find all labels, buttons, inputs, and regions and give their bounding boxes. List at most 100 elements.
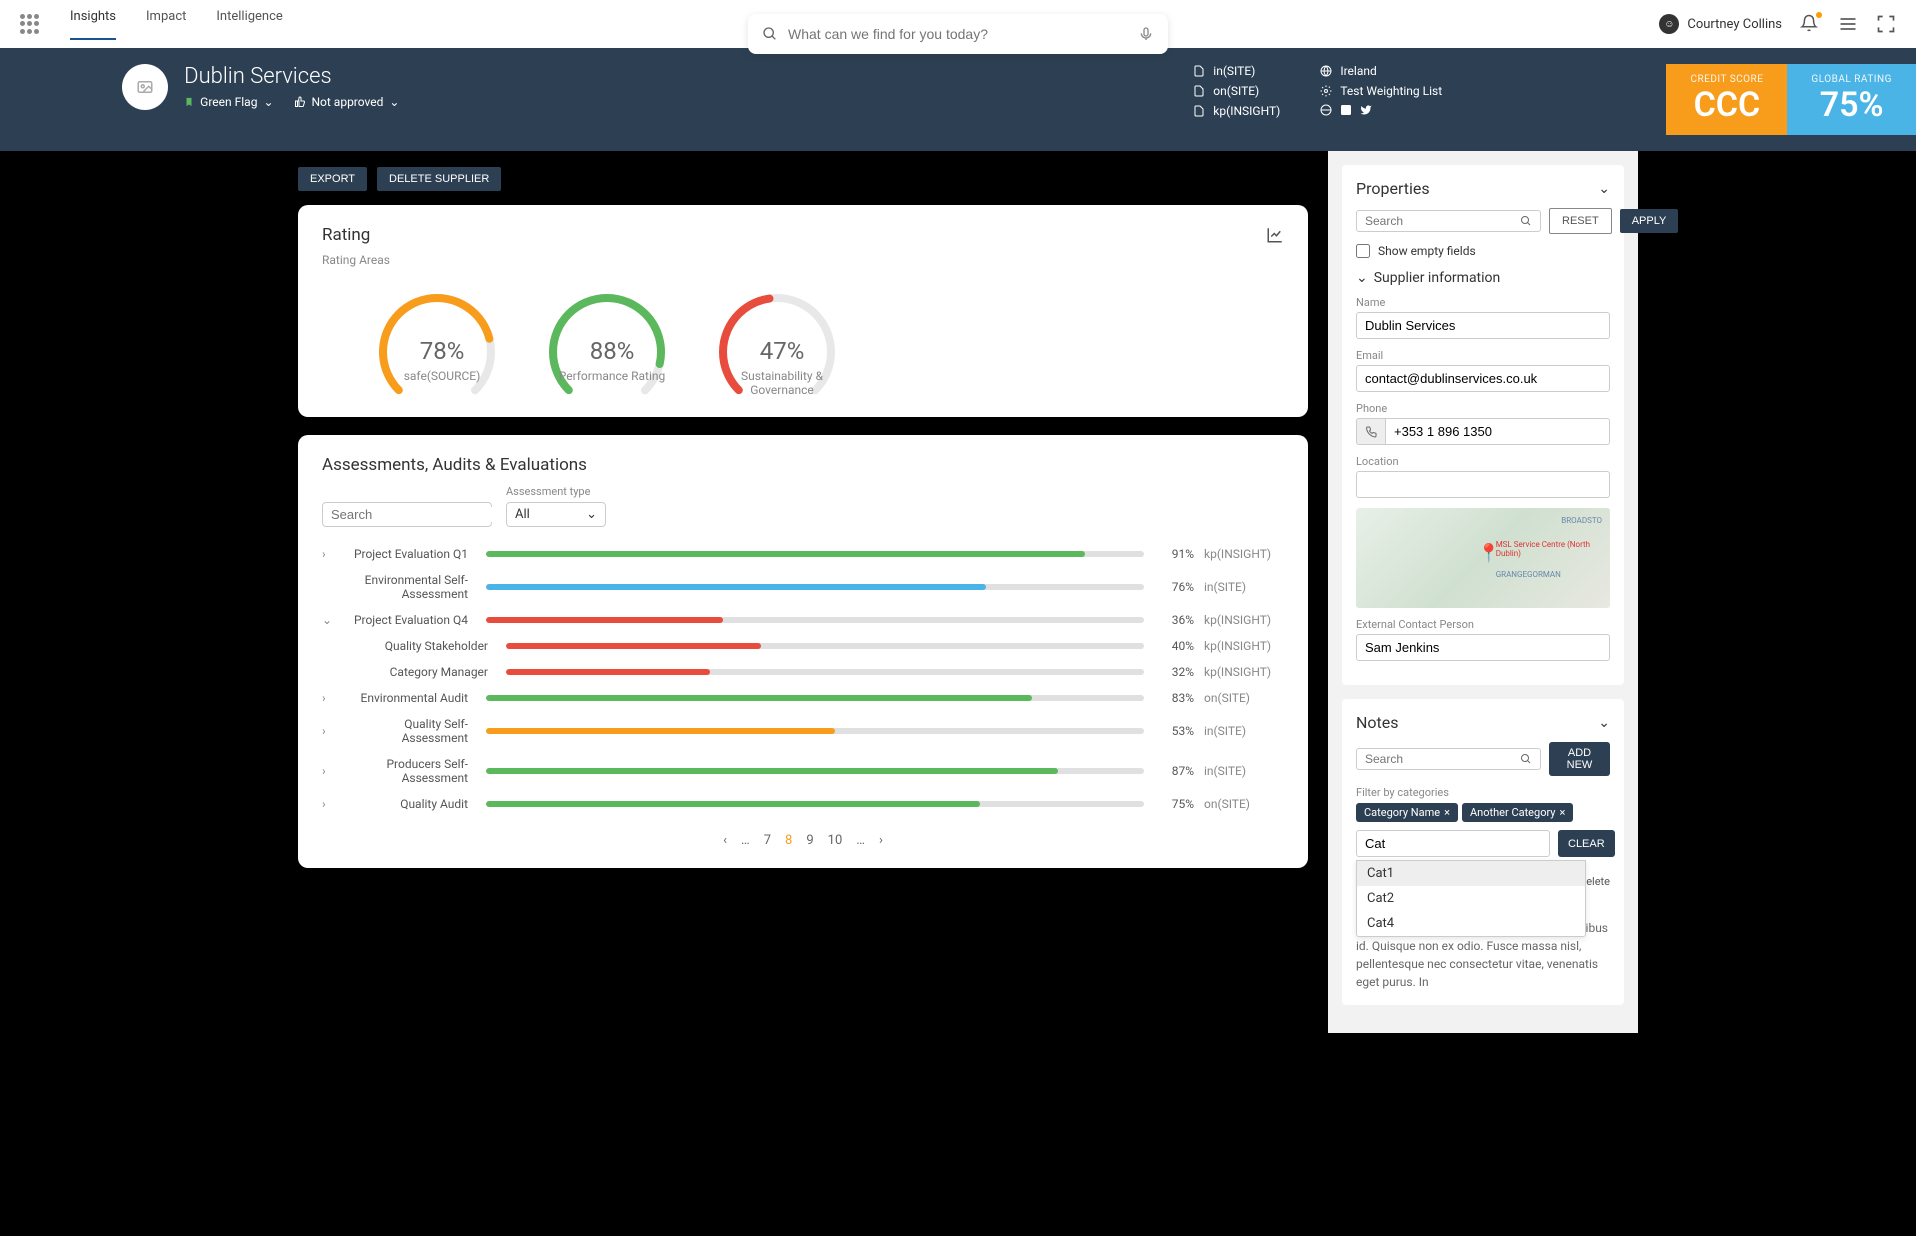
props-search[interactable] xyxy=(1356,210,1541,232)
progress-bar xyxy=(486,617,1144,623)
reset-button[interactable]: RESET xyxy=(1549,208,1612,234)
assess-search[interactable] xyxy=(322,502,492,527)
assessment-source: kp(INSIGHT) xyxy=(1204,639,1284,653)
show-empty-checkbox[interactable] xyxy=(1356,244,1370,258)
nav-intelligence[interactable]: Intelligence xyxy=(216,9,282,40)
assessment-pct: 87% xyxy=(1154,764,1194,778)
page-link[interactable]: … xyxy=(741,833,750,848)
external-input[interactable] xyxy=(1356,634,1610,661)
expand-icon[interactable]: › xyxy=(322,797,336,811)
expand-icon[interactable]: › xyxy=(322,691,336,705)
assessment-row[interactable]: Environmental Self-Assessment 76% in(SIT… xyxy=(322,567,1284,607)
page-link[interactable]: 7 xyxy=(764,833,771,848)
social-links[interactable] xyxy=(1320,104,1442,116)
name-input[interactable] xyxy=(1356,312,1610,339)
type-label: Assessment type xyxy=(506,485,606,498)
filter-tag[interactable]: Another Category × xyxy=(1462,803,1573,822)
section-supplier-info[interactable]: ⌄ Supplier information xyxy=(1356,270,1610,286)
assessment-row[interactable]: › Producers Self-Assessment 87% in(SITE) xyxy=(322,751,1284,791)
approval-badge[interactable]: Not approved ⌄ xyxy=(294,95,400,109)
name-label: Name xyxy=(1356,296,1610,309)
map-area-label: BROADSTO xyxy=(1561,516,1602,525)
assessment-row[interactable]: › Project Evaluation Q1 91% kp(INSIGHT) xyxy=(322,541,1284,567)
bookmark-icon xyxy=(184,96,194,108)
dropdown-option[interactable]: Cat2 xyxy=(1357,886,1585,911)
add-note-button[interactable]: ADD NEW xyxy=(1549,742,1610,776)
flag-badge[interactable]: Green Flag ⌄ xyxy=(184,95,273,109)
location-map[interactable]: 📍 BROADSTO MSL Service Centre (North Dub… xyxy=(1356,508,1610,608)
clear-button[interactable]: CLEAR xyxy=(1558,830,1615,857)
props-search-input[interactable] xyxy=(1365,214,1520,228)
chart-icon[interactable] xyxy=(1266,226,1284,244)
assessment-row[interactable]: Quality Stakeholder 40% kp(INSIGHT) xyxy=(322,633,1284,659)
page-link[interactable]: 9 xyxy=(806,833,813,848)
rating-sub: Rating Areas xyxy=(322,253,1284,267)
assessment-pct: 83% xyxy=(1154,691,1194,705)
category-dropdown[interactable]: Cat1Cat2Cat4 xyxy=(1356,860,1586,937)
phone-input[interactable] xyxy=(1386,418,1610,445)
assessment-row[interactable]: ⌄ Project Evaluation Q4 36% kp(INSIGHT) xyxy=(322,607,1284,633)
assessments-card: Assessments, Audits & Evaluations Assess… xyxy=(298,435,1308,868)
expand-icon[interactable]: › xyxy=(322,547,336,561)
email-input[interactable] xyxy=(1356,365,1610,392)
rating-card: Rating Rating Areas 78% safe(SOURCE) 88%… xyxy=(298,205,1308,417)
location-input[interactable] xyxy=(1356,471,1610,498)
page-link[interactable]: ‹ xyxy=(723,833,727,848)
web-icon[interactable] xyxy=(1320,104,1332,116)
page-link[interactable]: › xyxy=(879,833,883,848)
expand-icon[interactable]: › xyxy=(322,764,336,778)
delete-supplier-button[interactable]: DELETE SUPPLIER xyxy=(377,167,501,191)
meta-onsite: on(SITE) xyxy=(1193,84,1280,98)
dropdown-option[interactable]: Cat1 xyxy=(1357,861,1585,886)
page-link[interactable]: … xyxy=(856,833,865,848)
properties-panel: Properties ⌄ RESET APPLY Show empty fiel… xyxy=(1342,165,1624,685)
assessment-row[interactable]: Category Manager 32% kp(INSIGHT) xyxy=(322,659,1284,685)
assess-search-input[interactable] xyxy=(331,507,507,522)
close-icon[interactable]: × xyxy=(1444,806,1450,819)
nav-impact[interactable]: Impact xyxy=(146,9,186,40)
linkedin-icon[interactable] xyxy=(1340,104,1352,116)
logo[interactable] xyxy=(20,14,40,34)
export-button[interactable]: EXPORT xyxy=(298,167,367,191)
chevron-down-icon[interactable]: ⌄ xyxy=(1598,715,1610,731)
assessment-row[interactable]: › Quality Self-Assessment 53% in(SITE) xyxy=(322,711,1284,751)
apply-button[interactable]: APPLY xyxy=(1620,209,1679,233)
close-icon[interactable]: × xyxy=(1560,806,1566,819)
fullscreen-icon[interactable] xyxy=(1876,14,1896,34)
assessment-row[interactable]: › Environmental Audit 83% on(SITE) xyxy=(322,685,1284,711)
assessment-pct: 53% xyxy=(1154,724,1194,738)
category-input[interactable] xyxy=(1356,830,1550,857)
global-search[interactable] xyxy=(748,14,1168,54)
file-icon xyxy=(1193,65,1205,77)
assessment-pct: 91% xyxy=(1154,547,1194,561)
mic-icon[interactable] xyxy=(1138,26,1154,42)
user-badge[interactable]: ☺ Courtney Collins xyxy=(1659,14,1782,34)
page-link[interactable]: 8 xyxy=(785,833,792,848)
meta-insite: in(SITE) xyxy=(1193,64,1280,78)
dropdown-option[interactable]: Cat4 xyxy=(1357,911,1585,936)
assessment-source: in(SITE) xyxy=(1204,724,1284,738)
filter-label: Filter by categories xyxy=(1356,786,1610,799)
meta-kpinsight: kp(INSIGHT) xyxy=(1193,104,1280,118)
assessment-row[interactable]: › Quality Audit 75% on(SITE) xyxy=(322,791,1284,817)
assessment-name: Producers Self-Assessment xyxy=(346,757,476,785)
type-select[interactable]: All ⌄ xyxy=(506,502,606,527)
chevron-down-icon[interactable]: ⌄ xyxy=(1598,181,1610,197)
expand-icon[interactable]: › xyxy=(322,724,336,738)
notes-search[interactable] xyxy=(1356,748,1541,770)
filter-tag[interactable]: Category Name × xyxy=(1356,803,1458,822)
page-link[interactable]: 10 xyxy=(828,833,843,848)
expand-icon[interactable]: ⌄ xyxy=(322,613,336,627)
notification-icon[interactable] xyxy=(1800,14,1820,34)
twitter-icon[interactable] xyxy=(1360,104,1372,116)
assessment-source: kp(INSIGHT) xyxy=(1204,665,1284,679)
assessment-name: Quality Audit xyxy=(346,797,476,811)
user-name: Courtney Collins xyxy=(1687,17,1782,32)
notes-search-input[interactable] xyxy=(1365,752,1520,766)
nav-insights[interactable]: Insights xyxy=(70,9,116,40)
assessment-name: Category Manager xyxy=(366,665,496,679)
email-label: Email xyxy=(1356,349,1610,362)
menu-icon[interactable] xyxy=(1838,14,1858,34)
search-input[interactable] xyxy=(778,26,1138,42)
search-icon xyxy=(762,26,778,42)
